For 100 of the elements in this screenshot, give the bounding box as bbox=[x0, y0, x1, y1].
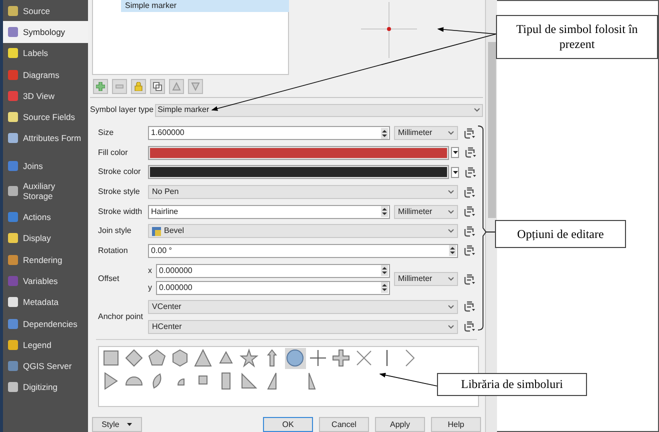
chevron-down-icon bbox=[448, 229, 454, 234]
sidebar-item[interactable]: 3D View bbox=[3, 85, 88, 106]
data-defined-icon[interactable] bbox=[465, 147, 477, 158]
tile-icon bbox=[7, 111, 19, 124]
add-button[interactable] bbox=[93, 79, 108, 94]
field-label: Offset bbox=[98, 273, 120, 286]
tile-icon bbox=[7, 274, 19, 287]
copy-icon bbox=[153, 82, 162, 92]
sidebar-item[interactable]: Metadata bbox=[3, 292, 88, 313]
spin-arrows-icon[interactable] bbox=[381, 128, 388, 139]
sidebar-item[interactable]: Labels bbox=[3, 42, 88, 64]
padlock-icon bbox=[134, 82, 143, 92]
cross-symbol[interactable] bbox=[308, 348, 329, 369]
chevron-down-icon bbox=[448, 277, 454, 282]
sidebar-item[interactable]: Diagrams bbox=[3, 64, 88, 86]
chevron-down-icon bbox=[448, 210, 454, 214]
dropdown[interactable]: No Pen bbox=[148, 185, 458, 199]
caret-down-icon bbox=[452, 151, 458, 154]
data-defined-icon[interactable] bbox=[464, 186, 476, 198]
sidebar-item[interactable]: Source bbox=[3, 0, 88, 22]
style-button[interactable]: Style bbox=[92, 417, 142, 432]
spin-box[interactable]: 0.000000 bbox=[156, 280, 390, 295]
tile-icon bbox=[7, 26, 19, 38]
sidebar-item[interactable]: Joins bbox=[3, 155, 88, 176]
sidebar-item[interactable]: Display bbox=[3, 228, 88, 249]
chevron-down-icon bbox=[448, 324, 454, 329]
field-label: Join style bbox=[98, 225, 132, 238]
lock-button[interactable] bbox=[131, 79, 146, 94]
sidebar-item[interactable]: Dependencies bbox=[3, 312, 88, 334]
spin-box[interactable]: 1.600000 bbox=[148, 126, 390, 140]
callout-box: Librăria de simboluri bbox=[437, 373, 587, 396]
dropdown-arrow-button[interactable] bbox=[451, 166, 459, 178]
duplicate-button[interactable] bbox=[150, 79, 165, 94]
data-defined-icon[interactable] bbox=[464, 206, 476, 218]
data-defined-icon[interactable] bbox=[464, 245, 476, 256]
tile-icon bbox=[7, 4, 19, 17]
data-defined-icon[interactable] bbox=[464, 274, 476, 285]
tile-icon bbox=[7, 338, 19, 351]
dropdown[interactable]: Bevel bbox=[148, 224, 458, 238]
spin-box[interactable]: 0.00 ° bbox=[148, 244, 458, 258]
sidebar-item[interactable]: QGIS Server bbox=[3, 355, 88, 377]
circle-symbol[interactable] bbox=[285, 348, 306, 369]
tile-icon bbox=[7, 254, 19, 266]
chevron-down-icon bbox=[448, 131, 454, 136]
tile-icon bbox=[7, 318, 19, 330]
move-up-button[interactable] bbox=[169, 79, 184, 94]
data-defined-icon[interactable] bbox=[464, 301, 476, 312]
spin-arrows-icon[interactable] bbox=[449, 245, 456, 256]
symbol-preview bbox=[359, 2, 419, 58]
sidebar-item[interactable]: Rendering bbox=[3, 248, 88, 270]
spin-box[interactable]: 0.000000 bbox=[156, 264, 390, 278]
data-defined-icon[interactable] bbox=[465, 166, 477, 178]
sidebar-item[interactable]: Auxiliary Storage bbox=[3, 176, 88, 206]
sidebar-item[interactable]: Attributes Form bbox=[3, 128, 88, 150]
field-label: Symbol layer type bbox=[90, 104, 155, 116]
data-defined-icon[interactable] bbox=[464, 128, 476, 139]
dialog-button[interactable]: OK bbox=[263, 417, 313, 432]
tree-item[interactable]: Simple marker bbox=[121, 0, 289, 12]
dropdown-arrow-button[interactable] bbox=[451, 147, 459, 158]
sidebar-item[interactable]: Digitizing bbox=[3, 376, 88, 398]
sidebar-item[interactable]: Symbology bbox=[3, 21, 88, 43]
chevron-down-icon bbox=[448, 190, 454, 194]
tile-icon bbox=[7, 185, 19, 198]
star-symbol[interactable] bbox=[239, 348, 260, 369]
spin-arrows-icon[interactable] bbox=[381, 265, 388, 276]
caret-down-icon bbox=[127, 423, 132, 426]
dropdown[interactable]: VCenter bbox=[148, 300, 458, 314]
diamond-symbol[interactable] bbox=[124, 348, 145, 369]
dialog-button[interactable]: Apply bbox=[375, 417, 425, 432]
tile-icon bbox=[7, 90, 19, 102]
spin-arrows-icon[interactable] bbox=[381, 282, 388, 294]
triangle-symbol[interactable] bbox=[193, 348, 214, 369]
dropdown[interactable]: Simple marker bbox=[154, 104, 483, 117]
sidebar-item[interactable]: Legend bbox=[3, 334, 88, 356]
triangle-up-icon bbox=[172, 82, 181, 92]
data-defined-icon[interactable] bbox=[464, 321, 476, 332]
tile-icon bbox=[7, 160, 19, 172]
caret-down-icon bbox=[452, 170, 458, 174]
data-defined-icon[interactable] bbox=[464, 226, 476, 237]
dialog-button[interactable]: Help bbox=[431, 417, 481, 432]
triangle-down-icon bbox=[191, 82, 200, 92]
dropdown[interactable]: HCenter bbox=[148, 320, 458, 334]
spin-box[interactable]: Hairline bbox=[148, 204, 390, 219]
plus-icon bbox=[96, 82, 105, 92]
tile-icon bbox=[7, 211, 19, 224]
cross-fill-symbol[interactable] bbox=[331, 348, 352, 369]
field-label: Stroke style bbox=[98, 186, 141, 198]
dropdown[interactable]: Millimeter bbox=[394, 204, 458, 219]
minus-icon bbox=[115, 82, 124, 92]
dropdown[interactable]: Millimeter bbox=[394, 272, 458, 286]
dropdown[interactable]: Millimeter bbox=[394, 126, 458, 140]
scrollbar-thumb[interactable] bbox=[488, 42, 496, 218]
sidebar-item[interactable]: Variables bbox=[3, 270, 88, 292]
sidebar-item[interactable]: Source Fields bbox=[3, 106, 88, 128]
spin-arrows-icon[interactable] bbox=[381, 206, 388, 218]
move-down-button[interactable] bbox=[188, 79, 203, 94]
sidebar-item[interactable]: Actions bbox=[3, 206, 88, 228]
join-style-icon bbox=[152, 226, 161, 236]
tile-icon bbox=[7, 381, 19, 394]
dialog-button[interactable]: Cancel bbox=[319, 417, 369, 432]
